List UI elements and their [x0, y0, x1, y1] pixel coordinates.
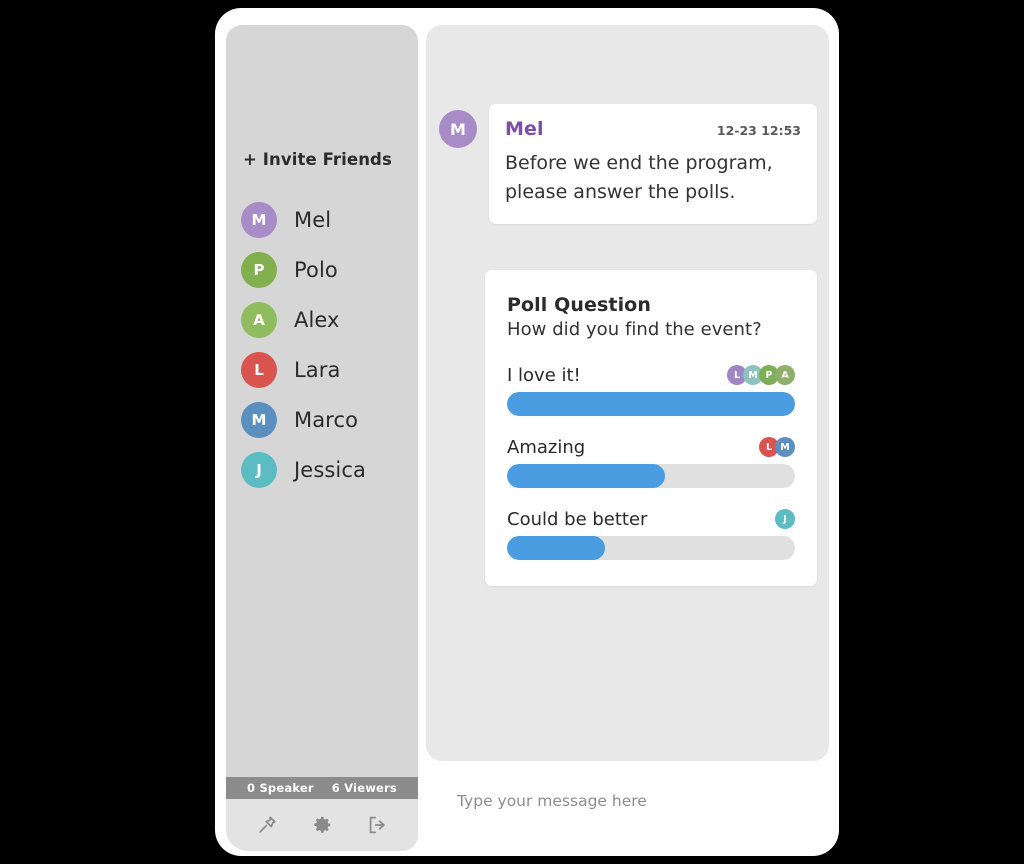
- logout-icon[interactable]: [362, 810, 392, 840]
- poll-option[interactable]: Amazing L M: [507, 436, 795, 488]
- pin-icon[interactable]: [252, 810, 282, 840]
- member-row[interactable]: M Mel: [241, 195, 418, 245]
- poll-bar-track: [507, 536, 795, 560]
- app-root: + Invite Friends M Mel P Polo A Alex L Lara M Mar…: [0, 0, 1024, 864]
- poll-bar-fill: [507, 392, 795, 416]
- message-timestamp: 12-23 12:53: [716, 123, 801, 138]
- status-strip: 0 Speaker 6 Viewers: [226, 777, 418, 799]
- voter-avatar: J: [775, 509, 795, 529]
- chat-panel: M Mel 12-23 12:53 Before we end the prog…: [426, 25, 829, 761]
- voter-avatar-stack: LMPA: [727, 365, 795, 385]
- voter-avatar-stack: LM: [759, 437, 795, 457]
- poll-option-label: Amazing: [507, 436, 586, 458]
- poll-option-label: Could be better: [507, 508, 648, 530]
- member-name: Marco: [294, 408, 359, 432]
- avatar: M: [241, 402, 277, 438]
- message-header: Mel 12-23 12:53: [505, 118, 801, 140]
- member-name: Jessica: [294, 458, 366, 482]
- member-row[interactable]: A Alex: [241, 295, 418, 345]
- poll-bar-fill: [507, 536, 605, 560]
- poll-option[interactable]: Could be better J: [507, 508, 795, 560]
- avatar: M: [241, 202, 277, 238]
- avatar: L: [241, 352, 277, 388]
- member-row[interactable]: L Lara: [241, 345, 418, 395]
- message-bubble: Mel 12-23 12:53 Before we end the progra…: [489, 104, 817, 224]
- member-row[interactable]: J Jessica: [241, 445, 418, 495]
- poll-title: Poll Question: [507, 294, 651, 316]
- chat-message: M Mel 12-23 12:53 Before we end the prog…: [439, 104, 817, 224]
- avatar: P: [241, 252, 277, 288]
- sidebar-toolbar: [226, 799, 418, 851]
- poll-question: How did you find the event?: [507, 319, 762, 340]
- voter-avatar-stack: J: [775, 509, 795, 529]
- message-text: Before we end the program, please answer…: [505, 152, 773, 203]
- invite-friends-button[interactable]: + Invite Friends: [243, 150, 392, 169]
- poll-card: Poll Question How did you find the event…: [485, 270, 817, 586]
- member-row[interactable]: M Marco: [241, 395, 418, 445]
- member-name: Mel: [294, 208, 332, 232]
- poll-option-header: Amazing L M: [507, 436, 795, 458]
- member-list: M Mel P Polo A Alex L Lara M Marco J Jessica: [241, 195, 418, 495]
- message-sender: Mel: [505, 118, 544, 140]
- member-row[interactable]: P Polo: [241, 245, 418, 295]
- sidebar: + Invite Friends M Mel P Polo A Alex L Lara M Mar…: [226, 25, 418, 851]
- message-input[interactable]: [457, 792, 797, 810]
- avatar: J: [241, 452, 277, 488]
- message-composer[interactable]: [433, 782, 821, 820]
- poll-bar-track: [507, 392, 795, 416]
- voter-avatar: A: [775, 365, 795, 385]
- poll-bar-fill: [507, 464, 666, 488]
- speaker-count: 0 Speaker: [247, 781, 314, 795]
- poll-option-header: I love it! L M P A: [507, 364, 795, 386]
- poll-option[interactable]: I love it! L M P A: [507, 364, 795, 416]
- avatar: A: [241, 302, 277, 338]
- poll-option-label: I love it!: [507, 364, 581, 386]
- voter-avatar: M: [775, 437, 795, 457]
- poll-bar-track: [507, 464, 795, 488]
- member-name: Lara: [294, 358, 341, 382]
- member-name: Polo: [294, 258, 338, 282]
- poll-option-list: I love it! L M P A Amazing L M Could be better J: [507, 364, 795, 560]
- viewer-count: 6 Viewers: [331, 781, 397, 795]
- member-name: Alex: [294, 308, 340, 332]
- poll-option-header: Could be better J: [507, 508, 795, 530]
- avatar: M: [439, 110, 477, 148]
- gear-icon[interactable]: [307, 810, 337, 840]
